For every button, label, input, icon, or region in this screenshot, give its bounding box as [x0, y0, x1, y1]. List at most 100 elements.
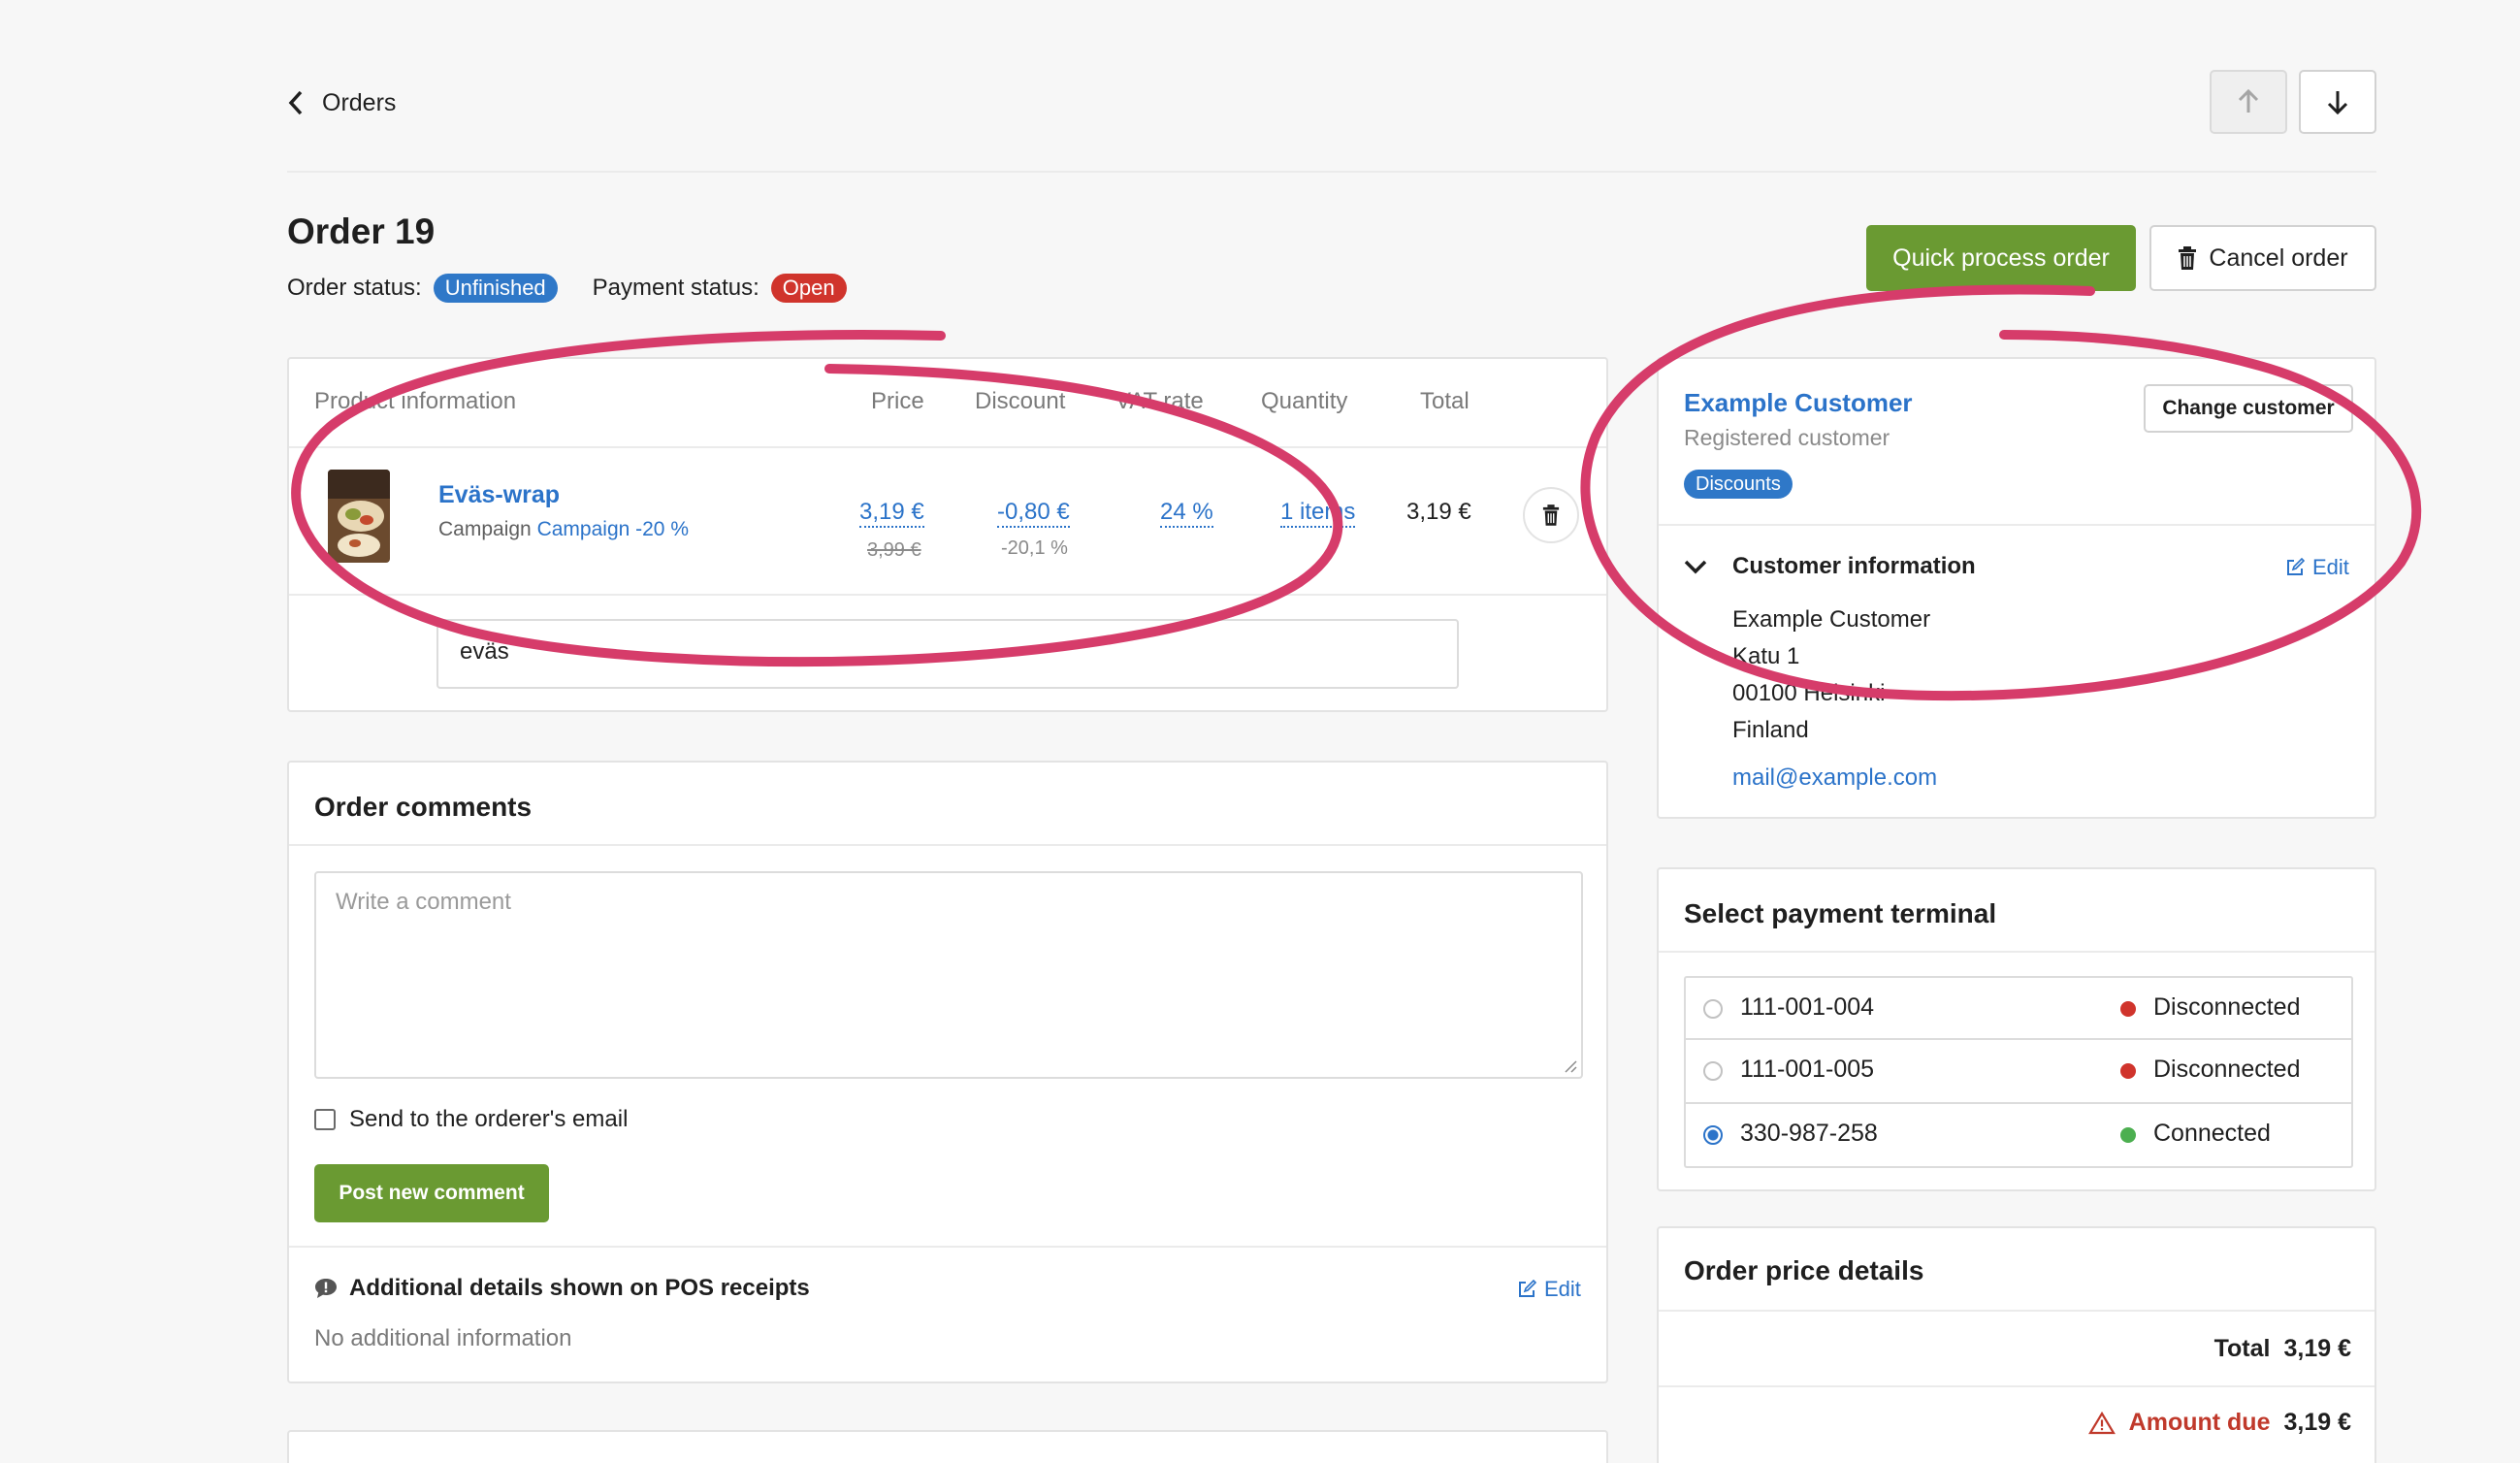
additional-details-header: Additional details shown on POS receipts	[314, 1275, 810, 1302]
payment-terminal-title: Select payment terminal	[1684, 898, 1997, 928]
additional-divider	[289, 1246, 1606, 1248]
header-divider	[287, 171, 2376, 173]
terminal-id: 330-987-258	[1740, 1120, 1878, 1147]
terminal-option[interactable]: 111-001-004 Disconnected	[1686, 978, 2351, 1040]
customer-info-toggle[interactable]: Customer information	[1684, 553, 1976, 580]
change-customer-button[interactable]: Change customer	[2144, 384, 2353, 433]
terminal-radio[interactable]	[1703, 1061, 1723, 1081]
vat-value[interactable]: 24 %	[1160, 499, 1213, 528]
send-email-checkbox[interactable]	[314, 1109, 336, 1130]
order-comments-title: Order comments	[314, 792, 533, 822]
campaign-link[interactable]: Campaign -20 %	[537, 518, 689, 540]
order-status-row: Order status: Unfinished Payment status:…	[287, 274, 847, 303]
send-email-label: Send to the orderer's email	[349, 1106, 629, 1132]
col-total: Total	[1420, 388, 1470, 414]
additional-edit-link[interactable]: Edit	[1517, 1277, 1581, 1302]
quick-process-label: Quick process order	[1892, 244, 2110, 272]
amount-due-value: 3,19 €	[2283, 1409, 2351, 1436]
original-price: 3,99 €	[867, 539, 921, 561]
quantity-value[interactable]: 1 items	[1280, 499, 1356, 528]
comment-textarea[interactable]: Write a comment	[314, 871, 1583, 1079]
terminal-option[interactable]: 111-001-005 Disconnected	[1686, 1040, 2351, 1104]
campaign-label: Campaign	[438, 518, 532, 540]
back-label: Orders	[322, 88, 397, 116]
cancel-order-button[interactable]: Cancel order	[2149, 225, 2376, 291]
comment-placeholder: Write a comment	[336, 889, 511, 915]
discount-value[interactable]: -0,80 €	[997, 499, 1070, 528]
col-quantity: Quantity	[1261, 388, 1348, 414]
previous-order-button[interactable]	[2210, 70, 2287, 134]
page-title: Order 19	[287, 211, 436, 251]
additional-details-value: No additional information	[314, 1325, 572, 1351]
chevron-down-icon	[1684, 559, 1707, 574]
warning-icon	[2087, 1411, 2116, 1435]
total-amount: 3,19 €	[2283, 1335, 2351, 1362]
terminal-id: 111-001-005	[1740, 1056, 1875, 1083]
arrow-down-icon	[2327, 89, 2348, 114]
table-row: Eväs-wrap Campaign Campaign -20 % 3,19 €…	[289, 448, 1606, 594]
additional-details-title: Additional details shown on POS receipts	[349, 1275, 810, 1301]
post-comment-button[interactable]: Post new comment	[314, 1164, 549, 1222]
terminal-option[interactable]: 330-987-258 Connected	[1686, 1104, 2351, 1166]
comment-alert-icon	[314, 1278, 338, 1299]
terminal-status: Disconnected	[2153, 993, 2301, 1021]
customer-edit-link[interactable]: Edit	[2285, 555, 2349, 580]
total-label: Total	[2213, 1335, 2271, 1362]
status-dot	[2120, 1001, 2136, 1017]
discounts-badge: Discounts	[1684, 470, 1793, 499]
price-value[interactable]: 3,19 €	[859, 499, 924, 528]
price-divider	[1659, 1310, 2375, 1312]
address-line: Finland	[1732, 717, 1809, 743]
total-row: Total 3,19 €	[2214, 1335, 2351, 1363]
next-order-button[interactable]	[2299, 70, 2376, 134]
delete-row-button[interactable]	[1523, 487, 1579, 543]
product-campaign: Campaign Campaign -20 %	[438, 518, 689, 541]
payment-status-label: Payment status:	[592, 275, 759, 301]
customer-name-link[interactable]: Example Customer	[1684, 388, 1913, 418]
product-note-value: eväs	[460, 638, 509, 665]
send-email-option[interactable]: Send to the orderer's email	[314, 1106, 628, 1133]
address-line: Example Customer	[1732, 606, 1931, 633]
additional-edit-label: Edit	[1544, 1277, 1581, 1301]
quick-process-order-button[interactable]: Quick process order	[1866, 225, 2136, 291]
product-name-link[interactable]: Eväs-wrap	[438, 481, 560, 509]
arrow-up-icon	[2238, 89, 2259, 114]
status-dot	[2120, 1063, 2136, 1079]
comments-divider	[289, 844, 1606, 846]
product-thumbnail	[328, 470, 390, 563]
discount-percent: -20,1 %	[1001, 537, 1068, 559]
change-customer-label: Change customer	[2162, 397, 2335, 419]
trash-icon	[1542, 504, 1560, 526]
price-divider-2	[1659, 1385, 2375, 1387]
terminal-radio-selected[interactable]	[1703, 1125, 1723, 1145]
next-card	[287, 1430, 1608, 1463]
address-line: Katu 1	[1732, 643, 1800, 669]
terminal-list: 111-001-004 Disconnected 111-001-005 Dis…	[1684, 976, 2353, 1168]
row-divider	[289, 594, 1606, 596]
price-details-title: Order price details	[1684, 1255, 1924, 1285]
order-comments-card: Order comments Write a comment Send to t…	[287, 761, 1608, 1383]
terminal-status: Connected	[2153, 1120, 2271, 1147]
edit-icon	[2285, 558, 2305, 577]
customer-address: Example Customer Katu 1 00100 Helsinki F…	[1732, 601, 1930, 749]
price-details-card: Order price details Total 3,19 € Amount …	[1657, 1226, 2376, 1463]
product-table-card: Product information Price Discount VAT r…	[287, 357, 1608, 712]
product-note-input[interactable]: eväs	[436, 619, 1459, 689]
back-to-orders-link[interactable]: Orders	[287, 83, 396, 122]
post-comment-label: Post new comment	[339, 1182, 525, 1204]
terminal-divider	[1659, 951, 2375, 953]
status-dot	[2120, 1127, 2136, 1143]
customer-divider	[1659, 524, 2375, 526]
total-value: 3,19 €	[1406, 499, 1471, 525]
resize-handle-icon	[1562, 1057, 1577, 1073]
order-status-badge: Unfinished	[433, 274, 558, 303]
trash-icon	[2178, 246, 2197, 270]
customer-email-link[interactable]: mail@example.com	[1732, 764, 1937, 792]
payment-terminal-card: Select payment terminal 111-001-004 Disc…	[1657, 867, 2376, 1191]
customer-card: Example Customer Registered customer Dis…	[1657, 357, 2376, 819]
cancel-order-label: Cancel order	[2209, 244, 2348, 272]
customer-edit-label: Edit	[2312, 555, 2349, 579]
edit-icon	[1517, 1280, 1536, 1299]
terminal-radio[interactable]	[1703, 999, 1723, 1019]
customer-type: Registered customer	[1684, 425, 1890, 450]
